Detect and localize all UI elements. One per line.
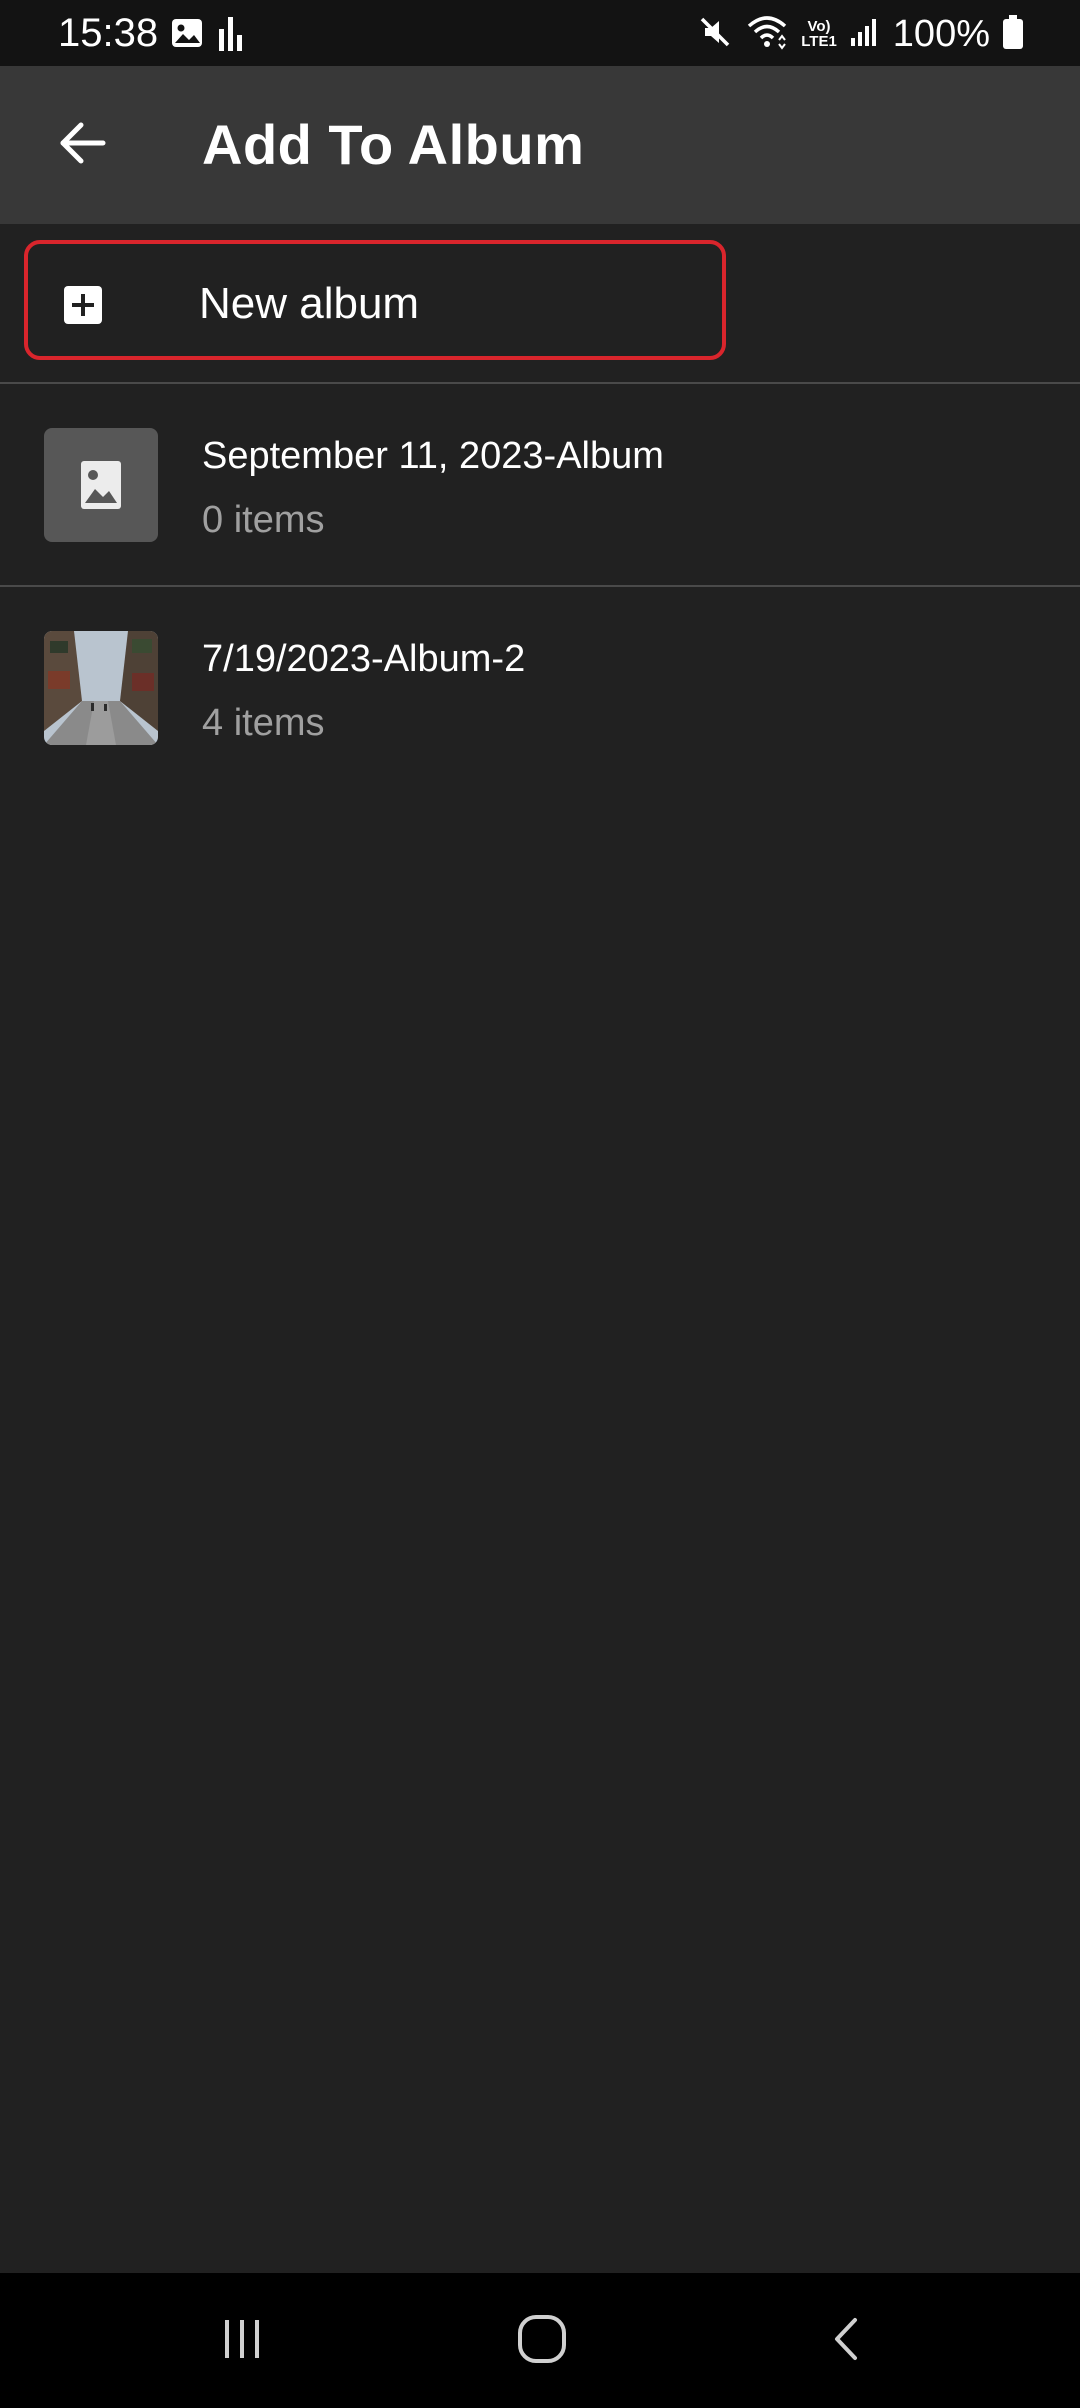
image-icon bbox=[170, 16, 204, 55]
status-bar: 15:38 Vo) LTE1 100% bbox=[0, 0, 1080, 66]
battery-percent: 100% bbox=[892, 13, 990, 55]
new-album-label: New album bbox=[199, 279, 420, 328]
status-notification-icons bbox=[170, 16, 244, 54]
page-title: Add To Album bbox=[202, 113, 585, 176]
recent-apps-icon bbox=[217, 2314, 267, 2369]
status-system-icons: Vo) LTE1 100% bbox=[697, 12, 1024, 56]
recent-apps-button[interactable] bbox=[202, 2301, 282, 2381]
album-list-item[interactable]: September 11, 2023-Album 0 items bbox=[0, 384, 1080, 584]
album-count: 4 items bbox=[202, 702, 325, 744]
album-list-item[interactable]: 7/19/2023-Album-2 4 items bbox=[0, 587, 1080, 787]
back-icon bbox=[821, 2314, 871, 2369]
add-box-icon bbox=[64, 286, 102, 324]
home-icon bbox=[515, 2312, 569, 2371]
arrow-back-icon bbox=[55, 115, 111, 176]
home-button[interactable] bbox=[502, 2301, 582, 2381]
status-time: 15:38 bbox=[58, 11, 159, 55]
app-bar: Add To Album bbox=[0, 66, 1080, 224]
wifi-icon bbox=[745, 14, 789, 55]
album-thumbnail bbox=[44, 428, 158, 542]
volte-text-top: Vo) bbox=[807, 18, 831, 35]
add-to-album-screen: 15:38 Vo) LTE1 100% Add To Album New alb… bbox=[0, 0, 1080, 2408]
volte-text-bottom: LTE1 bbox=[801, 33, 837, 50]
system-nav-bar bbox=[0, 2273, 1080, 2408]
volte-icon: Vo) LTE1 bbox=[801, 19, 837, 49]
new-album-button[interactable]: New album bbox=[24, 240, 726, 360]
back-button[interactable] bbox=[40, 102, 126, 188]
album-name: September 11, 2023-Album bbox=[202, 435, 664, 477]
album-count: 0 items bbox=[202, 499, 325, 541]
album-thumbnail-street-photo bbox=[44, 631, 158, 745]
image-placeholder-icon bbox=[44, 428, 158, 542]
album-name: 7/19/2023-Album-2 bbox=[202, 638, 526, 680]
battery-icon bbox=[1002, 14, 1024, 55]
signal-icon bbox=[849, 16, 881, 53]
bars-icon bbox=[218, 15, 244, 56]
nav-back-button[interactable] bbox=[806, 2301, 886, 2381]
mute-icon bbox=[697, 14, 733, 55]
